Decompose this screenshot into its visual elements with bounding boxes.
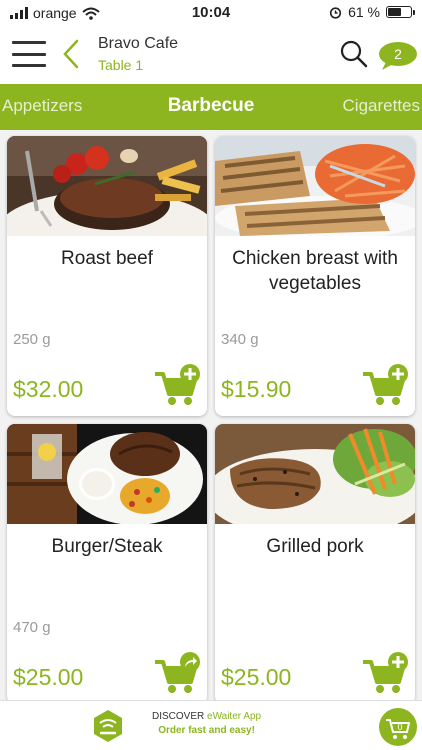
chicken-breast-photo bbox=[215, 136, 415, 236]
product-card-chicken-breast[interactable]: Chicken breast with vegetables 340 g $15… bbox=[215, 136, 415, 416]
back-chevron-icon[interactable] bbox=[60, 38, 82, 70]
tab-cigarettes[interactable]: Cigarettes bbox=[343, 96, 420, 116]
discover-promo[interactable]: DISCOVER eWaiter App Order fast and easy… bbox=[152, 711, 261, 736]
product-weight: 470 g bbox=[13, 619, 51, 636]
add-to-cart-icon[interactable] bbox=[361, 364, 409, 408]
product-grid: Roast beef 250 g $32.00 Chicken breast w… bbox=[0, 130, 422, 700]
order-count: 2 bbox=[394, 46, 402, 62]
product-price: $25.00 bbox=[13, 664, 84, 690]
bottom-bar: DISCOVER eWaiter App Order fast and easy… bbox=[0, 700, 422, 750]
venue-info: Bravo Cafe Table 1 bbox=[98, 35, 178, 73]
product-name: Grilled pork bbox=[266, 536, 364, 557]
app-header: Bravo Cafe Table 1 2 bbox=[0, 26, 422, 84]
status-bar: orange 10:04 61 % bbox=[0, 0, 422, 26]
category-tabs: Appetizers Barbecue Cigarettes bbox=[0, 84, 422, 130]
cart-icon[interactable]: 0 bbox=[378, 707, 418, 747]
bottom-cart-count: 0 bbox=[397, 722, 402, 732]
discover-text: DISCOVER bbox=[152, 711, 205, 722]
battery-percent: 61 % bbox=[348, 4, 380, 20]
add-to-cart-icon[interactable] bbox=[361, 652, 409, 696]
product-card-roast-beef[interactable]: Roast beef 250 g $32.00 bbox=[7, 136, 207, 416]
cafe-name: Bravo Cafe bbox=[98, 35, 179, 52]
product-price: $32.00 bbox=[13, 376, 84, 402]
alarm-icon bbox=[329, 6, 342, 19]
product-card-grilled-pork[interactable]: Grilled pork $25.00 bbox=[215, 424, 415, 700]
product-weight: 340 g bbox=[221, 331, 259, 348]
app-name: eWaiter App bbox=[207, 711, 262, 722]
add-to-cart-icon[interactable] bbox=[153, 364, 201, 408]
tagline: Order fast and easy! bbox=[158, 725, 255, 736]
burger-steak-photo bbox=[7, 424, 207, 524]
product-price: $15.90 bbox=[221, 376, 292, 402]
product-name: Burger/Steak bbox=[51, 536, 163, 557]
discover-line: DISCOVER eWaiter App bbox=[152, 711, 261, 722]
product-price: $25.00 bbox=[221, 664, 292, 690]
menu-icon[interactable] bbox=[12, 41, 46, 67]
battery-icon bbox=[386, 6, 415, 18]
grilled-pork-photo bbox=[215, 424, 415, 524]
product-name: Chicken breast with vegetables bbox=[232, 248, 398, 294]
product-weight: 250 g bbox=[13, 331, 51, 348]
order-count-bubble[interactable]: 2 bbox=[378, 41, 418, 71]
status-right: 61 % bbox=[329, 4, 415, 20]
table-number: Table 1 bbox=[98, 57, 144, 73]
roast-beef-photo bbox=[7, 136, 207, 236]
product-name: Roast beef bbox=[61, 248, 153, 269]
product-card-burger-steak[interactable]: Burger/Steak 470 g $25.00 bbox=[7, 424, 207, 700]
search-icon[interactable] bbox=[338, 38, 370, 70]
ewaiter-logo-icon[interactable] bbox=[92, 709, 124, 743]
go-to-options-cart-icon[interactable] bbox=[153, 652, 201, 696]
